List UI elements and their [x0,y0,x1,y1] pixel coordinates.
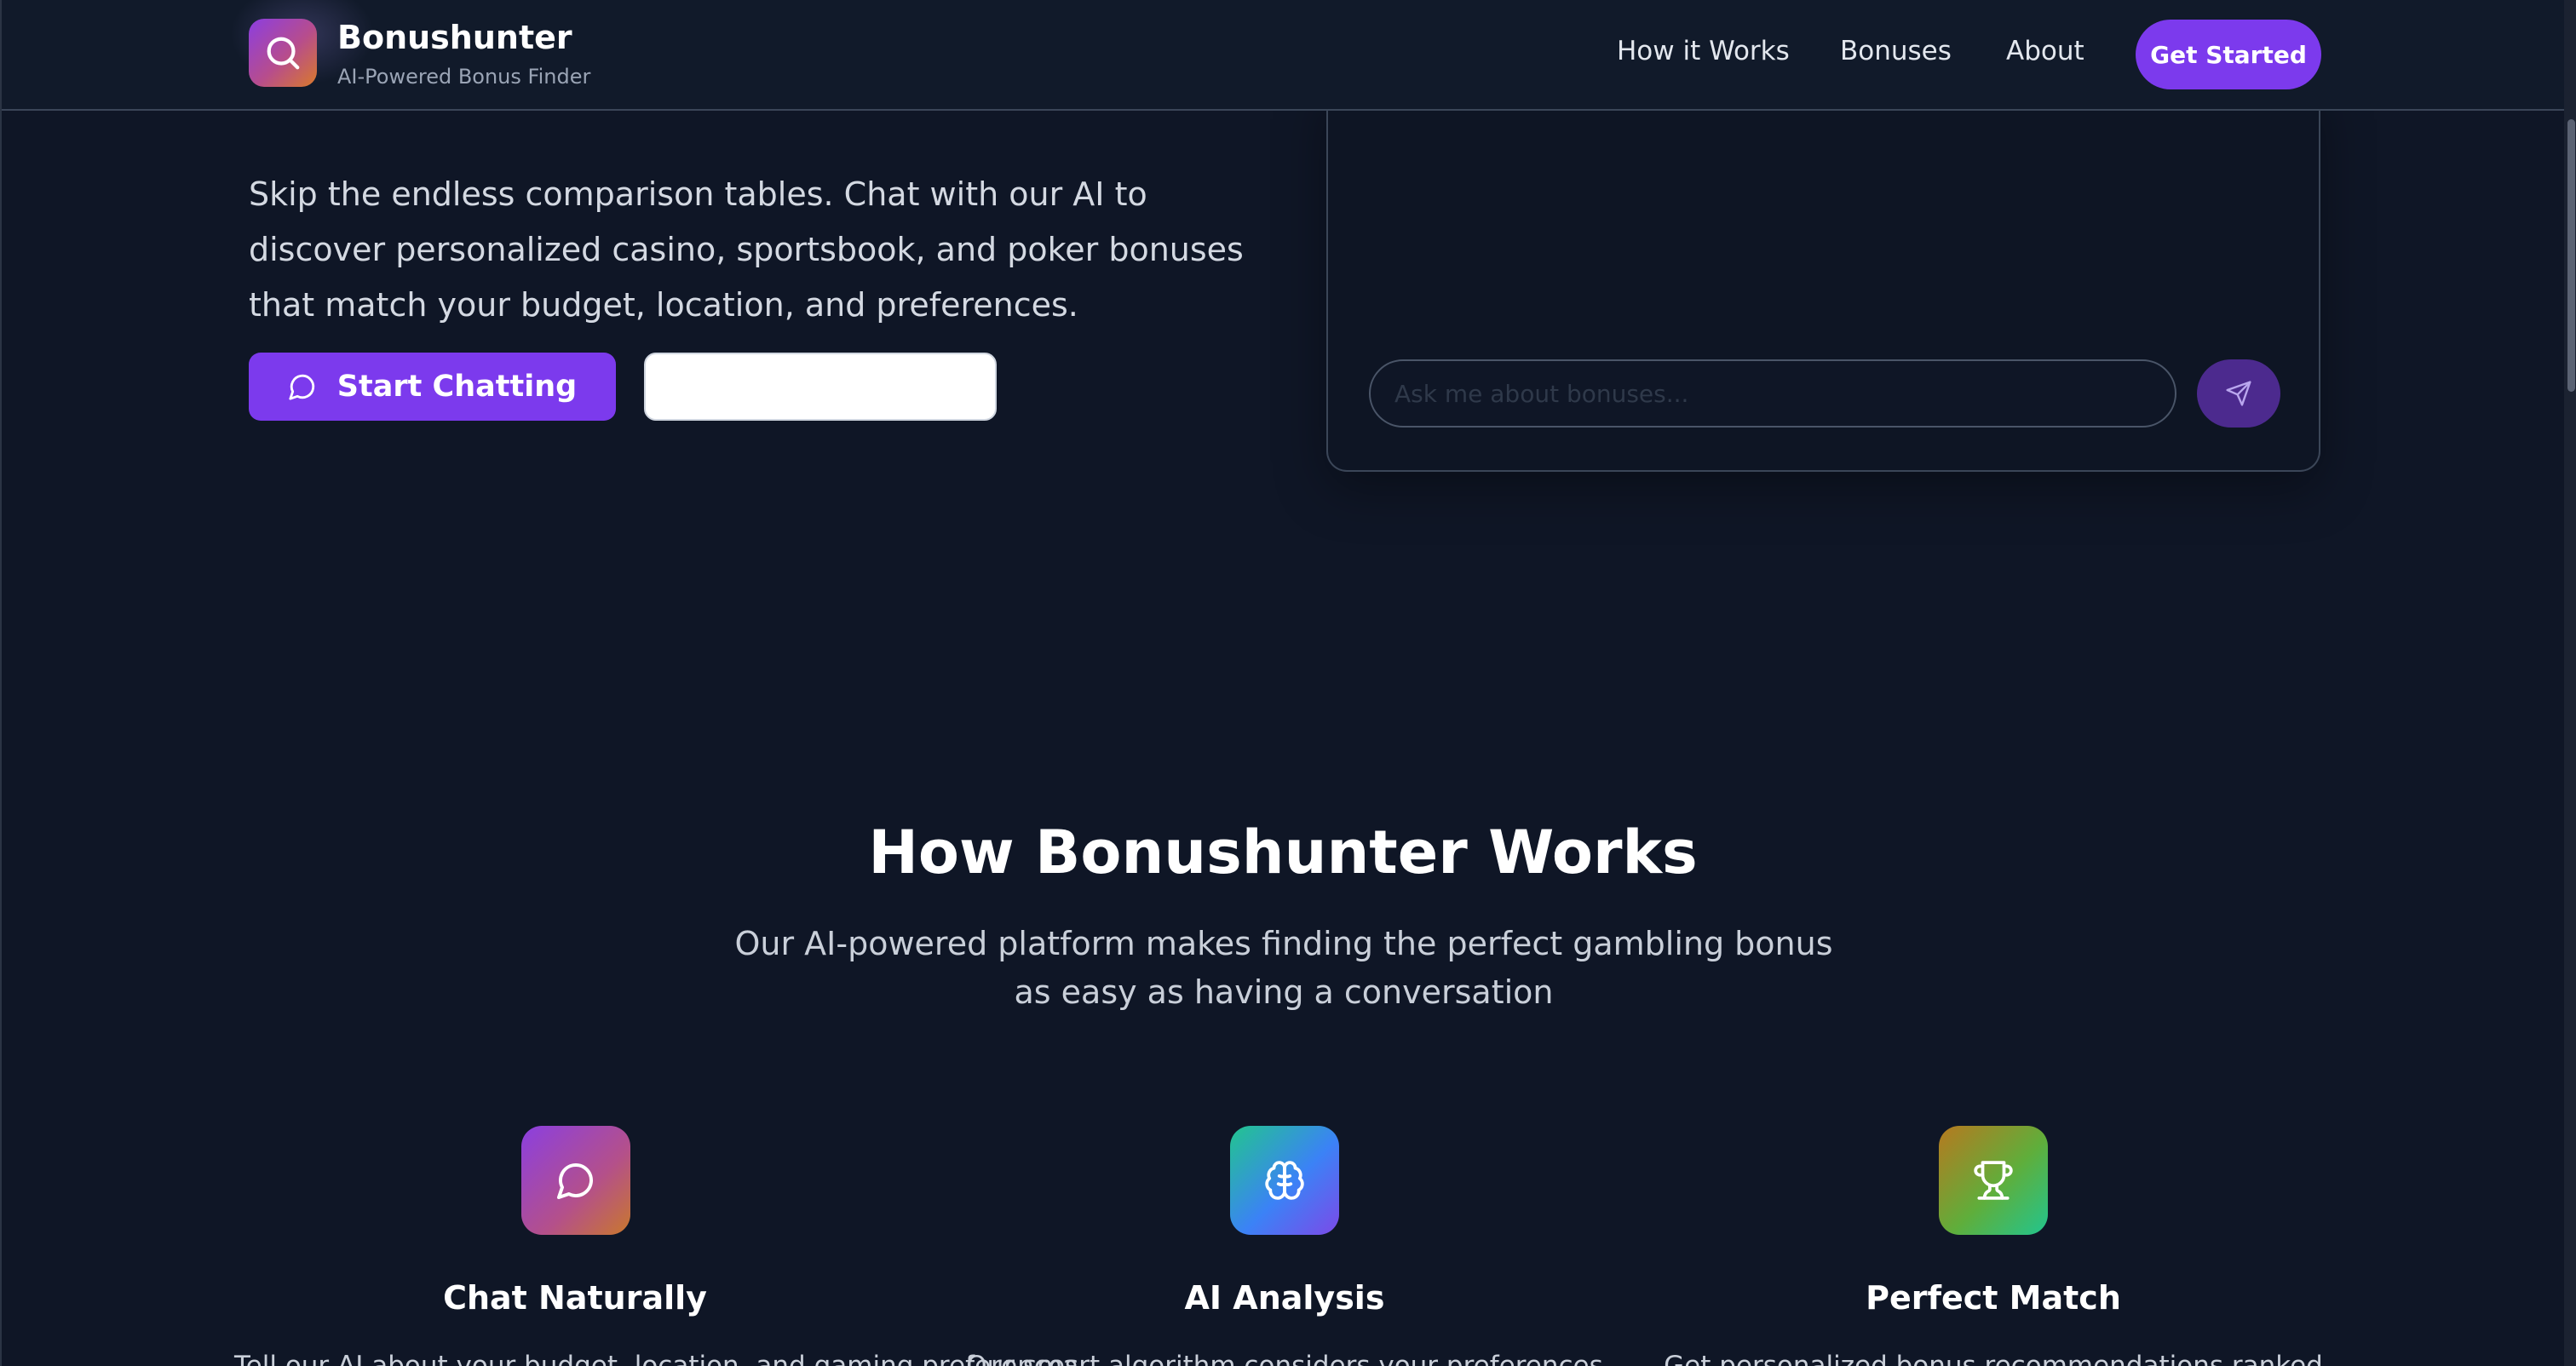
top-navigation-bar: Bonushunter AI-Powered Bonus Finder How … [2,0,2564,111]
feature-title-chat-naturally: Chat Naturally [443,1279,707,1317]
brand-name[interactable]: Bonushunter [337,19,572,58]
page: Bonushunter AI-Powered Bonus Finder How … [0,0,2576,1366]
start-chatting-button[interactable]: Start Chatting [249,353,616,421]
feature-icon-tile-trophy [1939,1126,2048,1235]
brand-tagline: AI-Powered Bonus Finder [337,65,591,89]
brain-icon [1265,1161,1304,1200]
feature-description-perfect-match: Get personalized bonus recommendations r… [1664,1351,2323,1366]
start-chatting-label: Start Chatting [336,370,578,404]
nav-link-how-it-works[interactable]: How it Works [1617,36,1790,66]
hero-description: Skip the endless comparison tables. Chat… [249,175,1244,324]
search-icon [267,37,300,70]
trophy-icon [1974,1161,2013,1200]
get-started-button[interactable]: Get Started [2136,20,2321,89]
scrollbar-thumb[interactable] [2567,119,2575,392]
brand-logo[interactable] [249,19,317,87]
chat-bubble-icon [289,374,314,400]
section-subtitle: Our AI-powered platform makes finding th… [734,925,1833,1011]
send-icon [2226,381,2251,406]
feature-title-perfect-match: Perfect Match [1866,1279,2121,1317]
nav-link-about[interactable]: About [2006,36,2084,66]
feature-icon-tile-chat [521,1126,630,1235]
send-button[interactable] [2197,359,2280,428]
feature-description-ai-analysis: Our smart algorithm considers your prefe… [966,1351,1603,1366]
chat-input[interactable] [1369,359,2176,428]
feature-icon-tile-brain [1230,1126,1339,1235]
feature-description-chat-naturally: Tell our AI about your budget, location,… [234,1351,1079,1366]
nav-link-bonuses[interactable]: Bonuses [1840,36,1952,66]
section-title: How Bonushunter Works [868,818,1698,887]
chat-widget [1326,85,2320,472]
secondary-hero-button[interactable] [644,353,997,421]
chat-bubble-icon [557,1163,593,1199]
feature-title-ai-analysis: AI Analysis [1184,1279,1385,1317]
